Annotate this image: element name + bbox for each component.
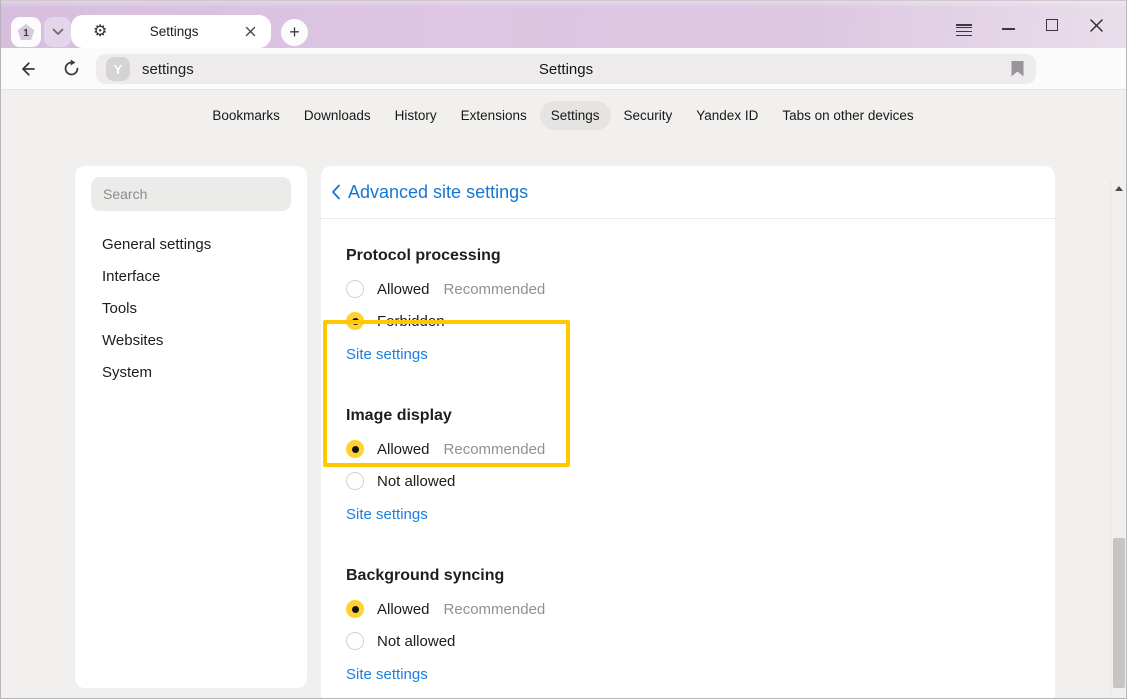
nav-tab-downloads[interactable]: Downloads xyxy=(293,101,382,130)
radio-label: Allowed xyxy=(377,281,430,298)
close-button[interactable] xyxy=(1074,5,1118,45)
settings-main-panel: Advanced site settings Protocol processi… xyxy=(321,166,1055,698)
site-settings-link[interactable]: Site settings xyxy=(346,346,428,363)
radio-label: Allowed xyxy=(377,441,430,458)
tab-title: Settings xyxy=(107,24,241,39)
settings-sidebar: General settings Interface Tools Website… xyxy=(75,166,307,688)
recommended-note: Recommended xyxy=(444,601,546,618)
browser-toolbar: Y settings Settings xyxy=(1,48,1126,90)
radio-label: Not allowed xyxy=(377,633,455,650)
window-controls xyxy=(942,1,1118,49)
section-protocol-processing: Protocol processing Allowed Recommended … xyxy=(346,245,1031,369)
radio-label: Not allowed xyxy=(377,473,455,490)
nav-tab-settings[interactable]: Settings xyxy=(540,101,611,130)
radio-option-allowed[interactable]: Allowed Recommended xyxy=(346,433,1031,465)
sidebar-item-general-settings[interactable]: General settings xyxy=(75,228,307,260)
gear-icon: ⚙ xyxy=(93,24,107,40)
page-scrollbar[interactable] xyxy=(1110,180,1127,699)
minimize-button[interactable] xyxy=(986,5,1030,45)
settings-page: Bookmarks Downloads History Extensions S… xyxy=(1,90,1127,698)
page-section-title: Advanced site settings xyxy=(348,182,528,203)
section-title: Background syncing xyxy=(346,565,1031,587)
refresh-icon xyxy=(62,59,81,78)
scrollbar-thumb[interactable] xyxy=(1113,538,1125,688)
close-icon xyxy=(1090,19,1103,32)
plus-icon: + xyxy=(289,22,300,43)
sidebar-item-tools[interactable]: Tools xyxy=(75,292,307,324)
page-title: Settings xyxy=(96,61,1036,78)
nav-tab-other-devices[interactable]: Tabs on other devices xyxy=(771,101,924,130)
tab-strip: 1 ⚙ Settings + xyxy=(1,0,1126,48)
recommended-note: Recommended xyxy=(444,281,546,298)
sidebar-item-system[interactable]: System xyxy=(75,356,307,388)
radio-unselected-icon[interactable] xyxy=(346,280,364,298)
browser-tab-settings[interactable]: ⚙ Settings xyxy=(71,15,271,48)
radio-selected-icon[interactable] xyxy=(346,600,364,618)
nav-tab-history[interactable]: History xyxy=(384,101,448,130)
nav-tab-extensions[interactable]: Extensions xyxy=(450,101,538,130)
sidebar-item-interface[interactable]: Interface xyxy=(75,260,307,292)
address-bar[interactable]: Y settings Settings xyxy=(96,54,1036,84)
advanced-settings-header[interactable]: Advanced site settings xyxy=(321,166,1055,219)
maximize-button[interactable] xyxy=(1030,5,1074,45)
browser-window: 1 ⚙ Settings + xyxy=(0,0,1127,699)
bookmark-icon[interactable] xyxy=(1011,61,1024,77)
browser-menu-button[interactable] xyxy=(942,5,986,45)
back-chevron-icon xyxy=(331,184,341,200)
section-background-syncing: Background syncing Allowed Recommended N… xyxy=(346,565,1031,689)
site-settings-link[interactable]: Site settings xyxy=(346,506,428,523)
section-title: Image display xyxy=(346,405,1031,427)
radio-selected-icon[interactable] xyxy=(346,312,364,330)
back-arrow-icon xyxy=(17,59,37,79)
search-input[interactable] xyxy=(91,177,291,211)
radio-option-allowed[interactable]: Allowed Recommended xyxy=(346,593,1031,625)
sidebar-list: General settings Interface Tools Website… xyxy=(75,228,307,388)
chevron-down-icon xyxy=(52,28,64,36)
settings-sections: Protocol processing Allowed Recommended … xyxy=(321,219,1055,689)
settings-nav-tabs: Bookmarks Downloads History Extensions S… xyxy=(8,90,1118,140)
radio-option-not-allowed[interactable]: Not allowed xyxy=(346,465,1031,497)
back-button[interactable] xyxy=(9,52,45,86)
radio-label: Forbidden xyxy=(377,313,445,330)
radio-label: Allowed xyxy=(377,601,430,618)
tab-close-icon[interactable] xyxy=(241,23,259,41)
scrollbar-up-icon[interactable] xyxy=(1115,186,1123,191)
section-image-display: Image display Allowed Recommended Not al… xyxy=(346,405,1031,529)
site-settings-link[interactable]: Site settings xyxy=(346,666,428,683)
radio-option-forbidden[interactable]: Forbidden xyxy=(346,305,1031,337)
nav-tab-yandex-id[interactable]: Yandex ID xyxy=(685,101,769,130)
section-title: Protocol processing xyxy=(346,245,1031,267)
recommended-note: Recommended xyxy=(444,441,546,458)
radio-unselected-icon[interactable] xyxy=(346,632,364,650)
nav-tab-security[interactable]: Security xyxy=(613,101,684,130)
radio-selected-icon[interactable] xyxy=(346,440,364,458)
tab-list-chevron-button[interactable] xyxy=(44,17,71,47)
radio-unselected-icon[interactable] xyxy=(346,472,364,490)
nav-tab-bookmarks[interactable]: Bookmarks xyxy=(201,101,291,130)
sidebar-item-websites[interactable]: Websites xyxy=(75,324,307,356)
tab-group-button[interactable]: 1 xyxy=(11,17,41,47)
tab-group-badge: 1 xyxy=(18,24,35,40)
new-tab-button[interactable]: + xyxy=(281,19,308,46)
radio-option-allowed[interactable]: Allowed Recommended xyxy=(346,273,1031,305)
radio-option-not-allowed[interactable]: Not allowed xyxy=(346,625,1031,657)
refresh-button[interactable] xyxy=(53,52,89,86)
